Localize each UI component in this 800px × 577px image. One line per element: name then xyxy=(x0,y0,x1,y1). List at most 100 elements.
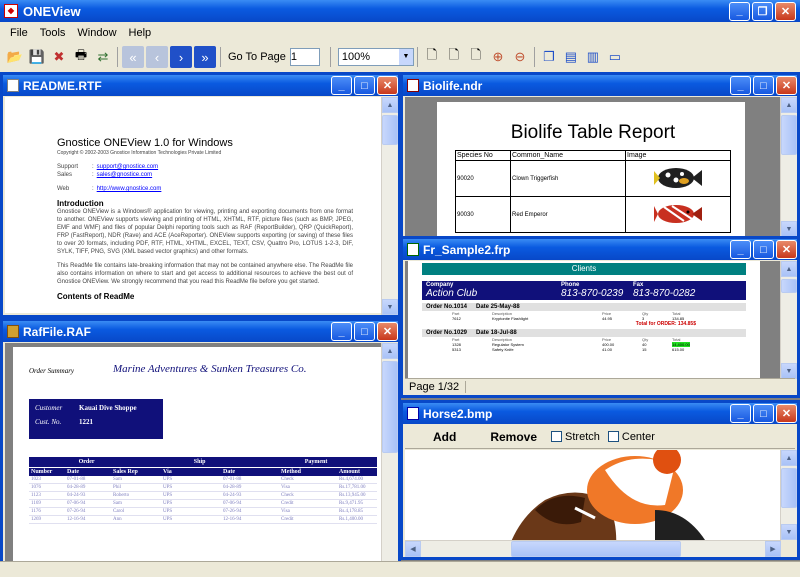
support-label: Support xyxy=(57,164,79,170)
vertical-scrollbar[interactable]: ▲ ▼ xyxy=(780,97,797,237)
maximize-button[interactable]: □ xyxy=(753,240,774,259)
horizontal-scrollbar[interactable]: ◀ ▶ xyxy=(405,540,781,557)
menu-tools[interactable]: Tools xyxy=(34,27,72,39)
scroll-up-icon[interactable]: ▲ xyxy=(382,97,398,113)
scroll-thumb[interactable] xyxy=(781,468,797,508)
support-link[interactable]: support@gnostice.com xyxy=(97,163,158,171)
table-cell: Carol xyxy=(113,509,125,514)
minimize-button[interactable]: _ xyxy=(730,404,751,423)
scroll-down-icon[interactable]: ▼ xyxy=(382,299,398,315)
next-page-icon[interactable]: › xyxy=(170,46,192,68)
zoom-select[interactable]: 100% ▼ xyxy=(337,48,414,66)
minimize-button[interactable]: _ xyxy=(331,76,352,95)
open-icon[interactable]: 📂 xyxy=(4,46,26,68)
vertical-scrollbar[interactable]: ▲ ▼ xyxy=(780,450,797,540)
table-cell: Check xyxy=(281,477,294,482)
biolife-table: Species No Common_Name Image 90020 Clown… xyxy=(455,150,731,233)
fr-sample-viewport: Clients Company Phone Fax Action Club 81… xyxy=(405,261,781,379)
remove-button[interactable]: Remove xyxy=(470,430,551,444)
maximize-button[interactable]: □ xyxy=(354,76,375,95)
vertical-scrollbar[interactable]: ▲ ▼ xyxy=(381,343,398,577)
scroll-thumb[interactable] xyxy=(511,541,681,557)
save-icon[interactable]: 💾 xyxy=(26,46,48,68)
maximize-button[interactable]: □ xyxy=(753,404,774,423)
biolife-window[interactable]: Biolife.ndr _ □ ✕ Biolife Table Report S… xyxy=(400,72,800,242)
minimize-button[interactable]: _ xyxy=(331,322,352,341)
scroll-thumb[interactable] xyxy=(781,115,797,155)
scroll-thumb[interactable] xyxy=(781,279,797,293)
table-cell: UPS xyxy=(163,485,173,490)
tile-vertical-icon[interactable]: ▥ xyxy=(582,46,604,68)
menu-help[interactable]: Help xyxy=(123,27,158,39)
scroll-up-icon[interactable]: ▲ xyxy=(781,261,797,277)
zoom-in-icon[interactable]: ⊕ xyxy=(487,46,509,68)
goto-page-input[interactable] xyxy=(289,48,320,66)
close-button[interactable]: ✕ xyxy=(377,76,398,95)
cascade-icon[interactable]: ❐ xyxy=(538,46,560,68)
table-header: Amount xyxy=(339,469,361,475)
vertical-scrollbar[interactable]: ▲ ▼ xyxy=(780,261,797,379)
minimize-all-icon[interactable]: ▭ xyxy=(604,46,626,68)
minimize-button[interactable]: _ xyxy=(730,76,751,95)
last-page-icon[interactable]: » xyxy=(194,46,216,68)
fit-width-icon[interactable]: 🗋 xyxy=(443,46,465,68)
table-row: 90030 Red Emperor xyxy=(455,196,731,233)
close-doc-icon[interactable]: ✖ xyxy=(48,46,70,68)
scroll-up-icon[interactable]: ▲ xyxy=(781,450,797,466)
fr-sample-window[interactable]: Fr_Sample2.frp _ □ ✕ Clients Company Pho… xyxy=(400,236,800,398)
close-button[interactable]: ✕ xyxy=(775,1,796,21)
table-cell: Phil xyxy=(113,485,122,490)
horse-window[interactable]: Horse2.bmp _ □ ✕ Add Remove Stretch Cent… xyxy=(400,400,800,560)
fit-page-icon[interactable]: 🗋 xyxy=(421,46,443,68)
scroll-down-icon[interactable]: ▼ xyxy=(781,524,797,540)
fr-sample-title-bar: Fr_Sample2.frp _ □ ✕ xyxy=(403,239,797,260)
raf-window[interactable]: RafFile.RAF _ □ ✕ Order Summary Marine A… xyxy=(0,318,401,577)
table-cell: Credit xyxy=(281,517,294,522)
sales-link[interactable]: sales@gnostice.com xyxy=(97,171,152,179)
add-button[interactable]: Add xyxy=(405,430,470,444)
close-button[interactable]: ✕ xyxy=(776,404,797,423)
close-button[interactable]: ✕ xyxy=(776,240,797,259)
tile-horizontal-icon[interactable]: ▤ xyxy=(560,46,582,68)
zoom-out-icon[interactable]: ⊖ xyxy=(509,46,531,68)
biolife-title-bar: Biolife.ndr _ □ ✕ xyxy=(403,75,797,96)
readme-text: This ReadMe file contains late-breaking … xyxy=(57,263,353,285)
client-values: Action Club 813-870-0239 813-870-0282 xyxy=(426,288,742,299)
toolbar-divider xyxy=(117,47,118,67)
close-button[interactable]: ✕ xyxy=(776,76,797,95)
customer-label: Customer xyxy=(35,404,63,412)
minimize-button[interactable]: _ xyxy=(729,1,750,21)
prev-page-icon[interactable]: ‹ xyxy=(146,46,168,68)
web-link[interactable]: http://www.gnostice.com xyxy=(97,185,162,193)
restore-button[interactable]: ❐ xyxy=(752,1,773,21)
print-icon[interactable]: 🖶 xyxy=(70,46,92,68)
maximize-button[interactable]: □ xyxy=(354,322,375,341)
actual-size-icon[interactable]: 🗋 xyxy=(465,46,487,68)
table-cell: UPS xyxy=(163,517,173,522)
scroll-down-icon[interactable]: ▼ xyxy=(781,221,797,237)
stretch-checkbox[interactable] xyxy=(551,431,563,442)
close-button[interactable]: ✕ xyxy=(377,322,398,341)
order-row: Order No.1014 Date 25-May-88 xyxy=(422,303,746,311)
scroll-down-icon[interactable]: ▼ xyxy=(781,363,797,379)
scroll-up-icon[interactable]: ▲ xyxy=(382,343,398,359)
center-checkbox[interactable] xyxy=(607,431,619,442)
scroll-up-icon[interactable]: ▲ xyxy=(781,97,797,113)
export-icon[interactable]: ⇄ xyxy=(92,46,114,68)
scroll-thumb[interactable] xyxy=(382,361,398,453)
table-cell: 1176 xyxy=(31,509,41,514)
scroll-left-icon[interactable]: ◀ xyxy=(405,541,421,557)
readme-window[interactable]: README.RTF _ □ ✕ Gnostice ONEView 1.0 fo… xyxy=(0,72,401,318)
vertical-scrollbar[interactable]: ▲ ▼ xyxy=(381,97,398,315)
red-emperor-image xyxy=(654,204,702,223)
table-header: Common_Name xyxy=(510,150,626,161)
scroll-right-icon[interactable]: ▶ xyxy=(765,541,781,557)
scroll-thumb[interactable] xyxy=(382,115,398,145)
minimize-button[interactable]: _ xyxy=(730,240,751,259)
customer-row: Customer Kauai Dive Shoppe xyxy=(35,404,157,412)
horse-title: Horse2.bmp xyxy=(423,406,493,421)
maximize-button[interactable]: □ xyxy=(753,76,774,95)
menu-file[interactable]: File xyxy=(4,27,34,39)
menu-window[interactable]: Window xyxy=(71,27,122,39)
first-page-icon[interactable]: « xyxy=(122,46,144,68)
